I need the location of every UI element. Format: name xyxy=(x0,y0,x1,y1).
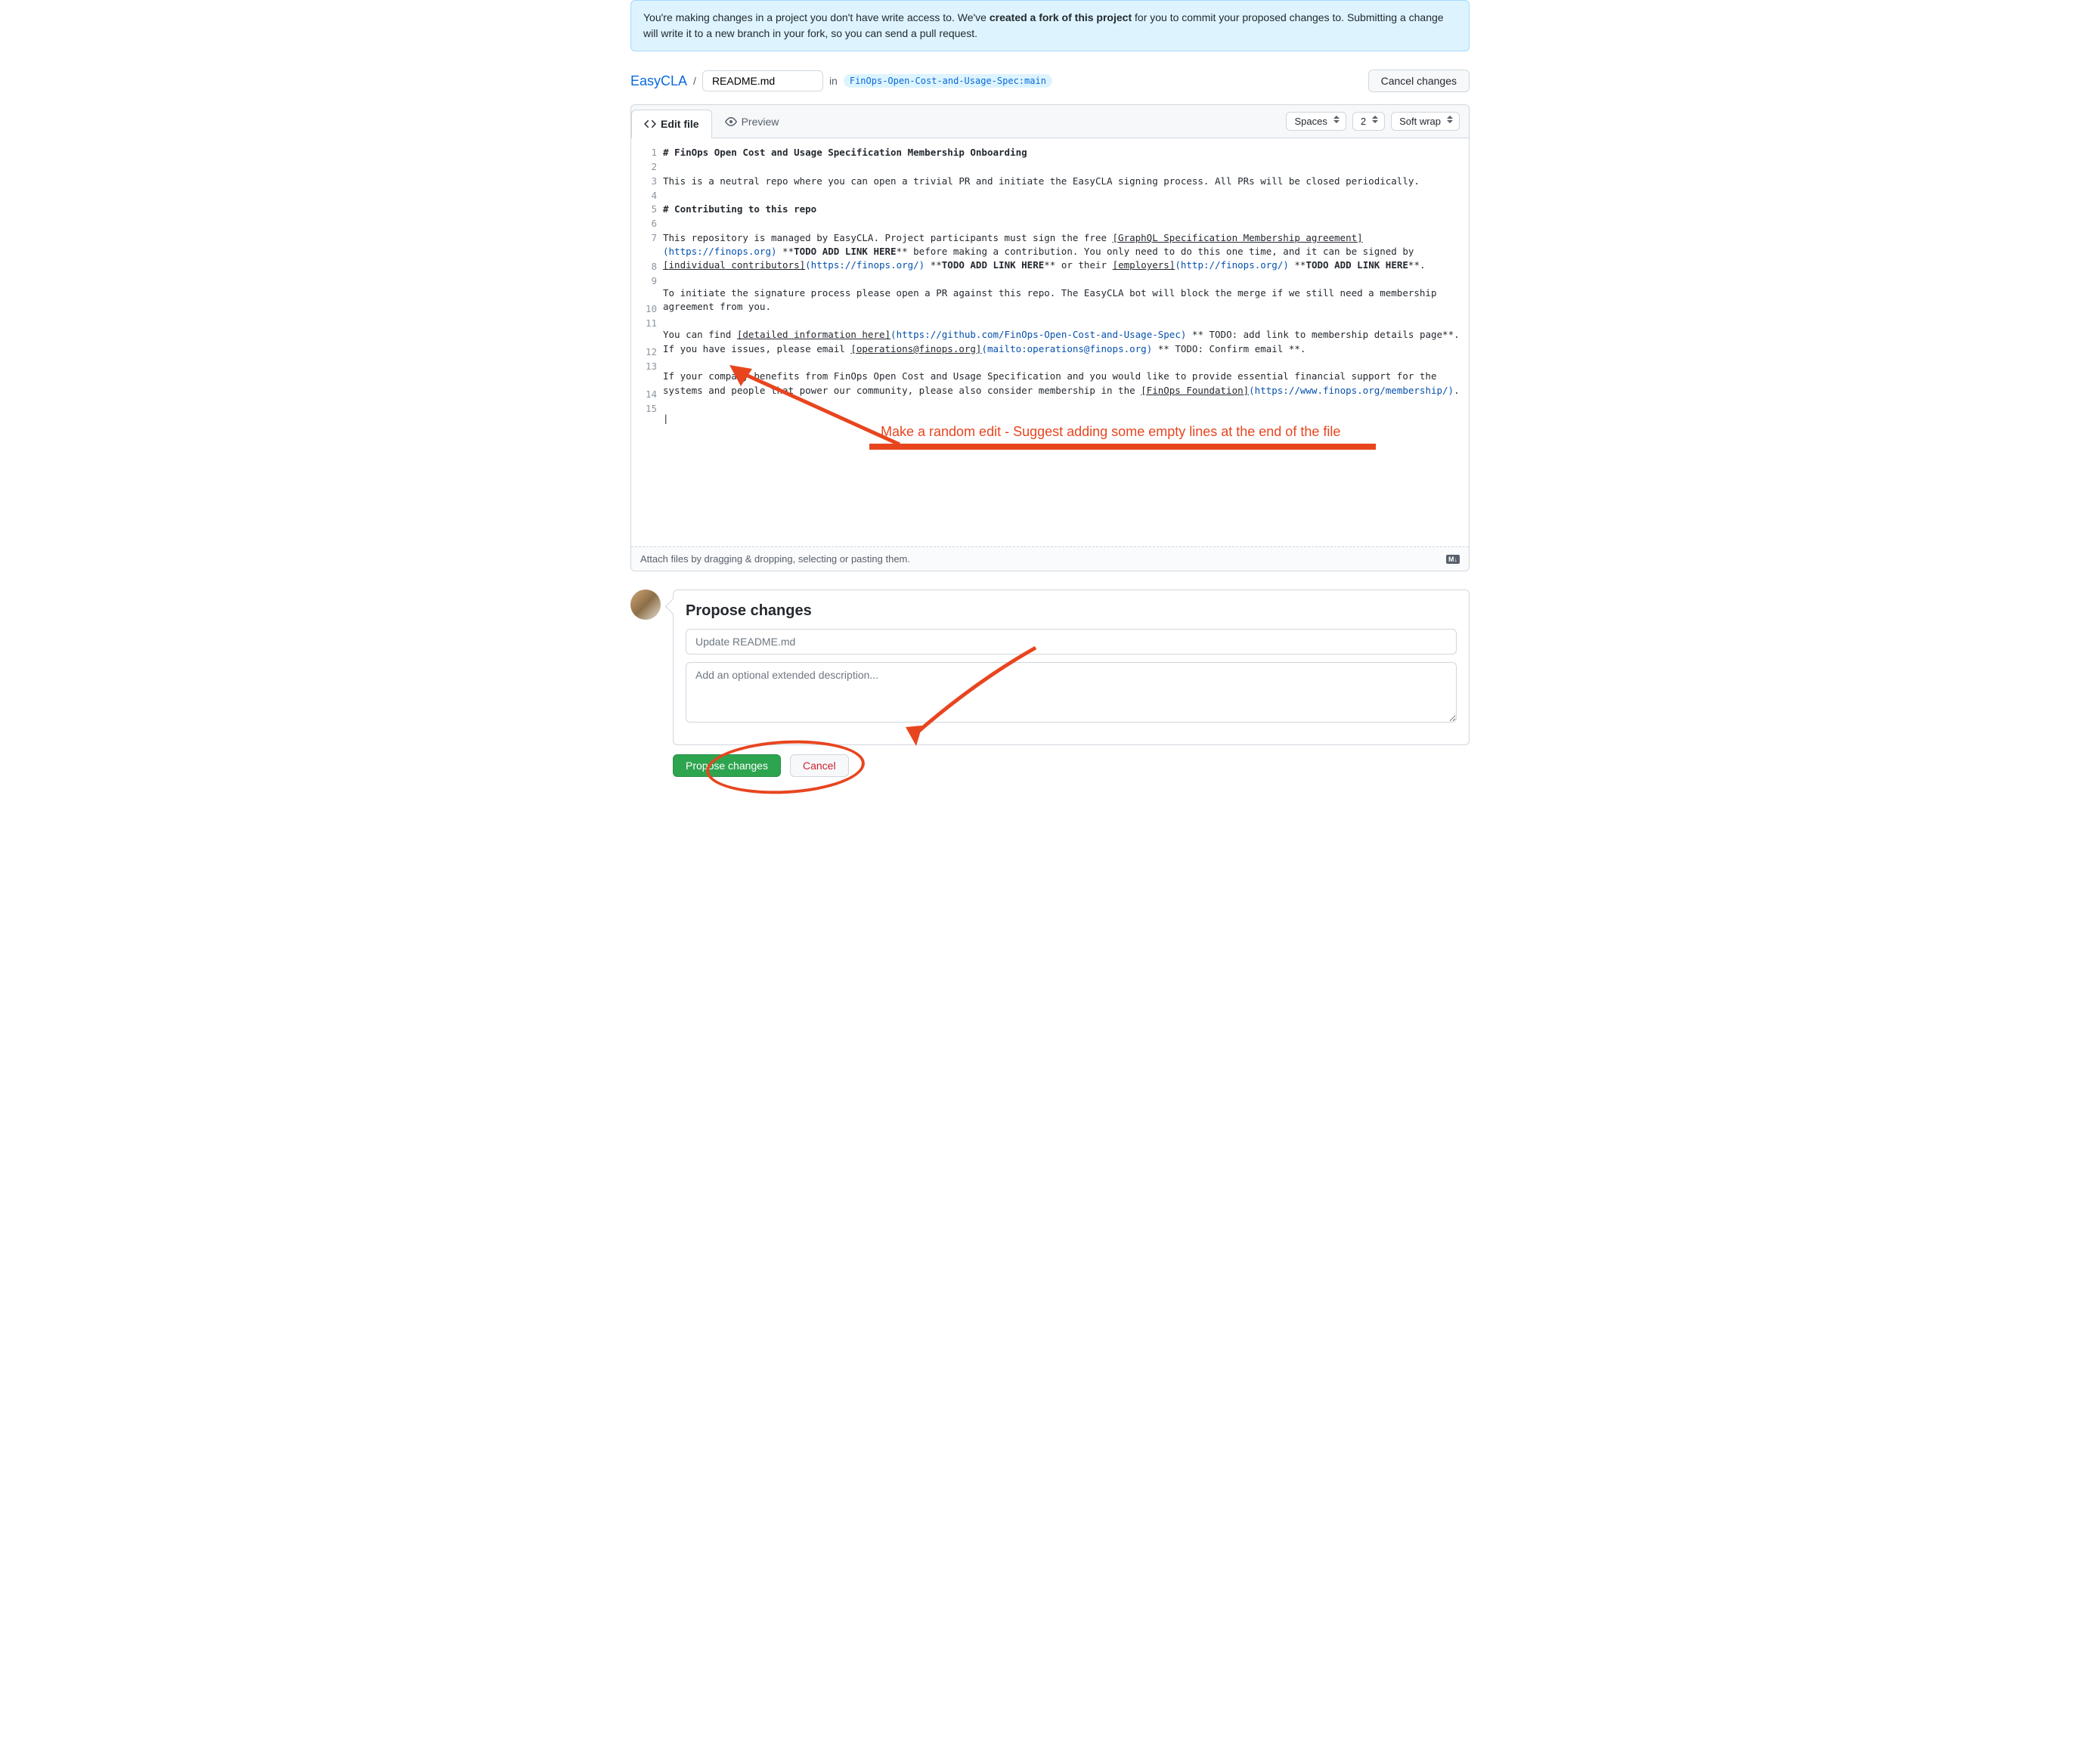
code-editor[interactable]: 1 2 3 4 5 6 7 8 9 10 11 12 13 14 15 # Fi… xyxy=(631,138,1469,546)
line-gutter: 1 2 3 4 5 6 7 8 9 10 11 12 13 14 15 xyxy=(631,138,663,546)
tab-edit-file[interactable]: Edit file xyxy=(631,110,712,138)
tab-preview[interactable]: Preview xyxy=(712,107,792,136)
cancel-changes-button[interactable]: Cancel changes xyxy=(1368,70,1470,92)
filename-input[interactable] xyxy=(702,70,823,91)
indent-mode-select[interactable]: Spaces xyxy=(1286,112,1346,131)
propose-heading: Propose changes xyxy=(686,602,1457,620)
branch-pill[interactable]: FinOps-Open-Cost-and-Usage-Spec:main xyxy=(844,74,1052,88)
commit-description-textarea[interactable] xyxy=(686,662,1457,723)
wrap-mode-select[interactable]: Soft wrap xyxy=(1391,112,1460,131)
code-content[interactable]: # FinOps Open Cost and Usage Specificati… xyxy=(663,138,1469,546)
repo-link[interactable]: EasyCLA xyxy=(630,73,687,89)
avatar xyxy=(630,590,661,620)
breadcrumb: EasyCLA / in FinOps-Open-Cost-and-Usage-… xyxy=(630,70,1470,92)
propose-changes-button[interactable]: Propose changes xyxy=(673,754,781,777)
code-icon xyxy=(644,118,656,130)
markdown-icon: M↓ xyxy=(1446,555,1460,564)
indent-size-select[interactable]: 2 xyxy=(1352,112,1385,131)
cancel-button[interactable]: Cancel xyxy=(790,754,849,777)
propose-changes-box: Propose changes xyxy=(673,590,1470,745)
eye-icon xyxy=(725,116,737,128)
fork-notice: You're making changes in a project you d… xyxy=(630,0,1470,51)
commit-summary-input[interactable] xyxy=(686,629,1457,655)
attach-files-hint[interactable]: Attach files by dragging & dropping, sel… xyxy=(631,546,1469,571)
editor: Edit file Preview Spaces 2 Soft wrap 1 2… xyxy=(630,104,1470,571)
